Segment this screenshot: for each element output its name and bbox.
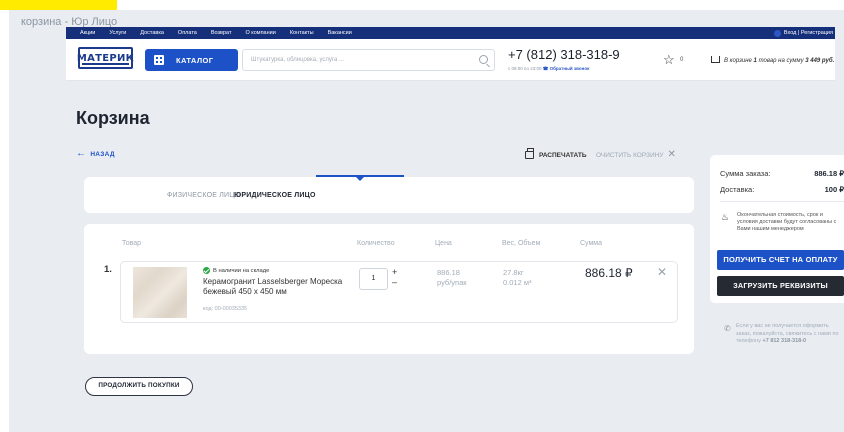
- phone-hours: с 08:00 по 23:00: [508, 66, 542, 71]
- bell-icon: ♨: [721, 212, 730, 222]
- callback-label: Обратный звонок: [549, 66, 590, 71]
- row-sum: 886.18 ₽: [585, 266, 633, 280]
- clear-cart-button[interactable]: ОЧИСТИТЬ КОРЗИНУ ✕: [596, 149, 676, 160]
- printer-icon: [525, 148, 534, 159]
- arrow-left-icon: ←: [76, 148, 87, 159]
- nav-link-contacts[interactable]: Контакты: [290, 27, 314, 39]
- tab-legal-entity[interactable]: ЮРИДИЧЕСКОЕ ЛИЦО: [234, 192, 316, 199]
- nav-link-delivery[interactable]: Доставка: [140, 27, 164, 39]
- delivery-label: Доставка:: [720, 185, 755, 194]
- order-sum-row: Сумма заказа: 886.18 ₽: [720, 169, 844, 178]
- order-summary-panel: Сумма заказа: 886.18 ₽ Доставка: 100 ₽ ♨…: [710, 155, 844, 303]
- login-register-link[interactable]: Вход | Регистрация: [773, 27, 833, 39]
- login-label: Вход | Регистрация: [783, 30, 833, 36]
- delivery-value: 100 ₽: [824, 185, 844, 194]
- table-row: В наличии на складе Керамогранит Lassels…: [120, 261, 678, 323]
- cart-table: Товар Количество Цена Вес, Объем Сумма 1…: [84, 224, 694, 354]
- favorites-count: 0: [680, 57, 684, 63]
- quantity-increase-button[interactable]: +: [392, 267, 397, 277]
- back-label: НАЗАД: [90, 150, 115, 158]
- page-title: Корзина: [76, 108, 150, 128]
- cart-total: 3 449 руб.: [805, 58, 835, 64]
- order-sum-label: Сумма заказа:: [720, 169, 771, 178]
- row-number: 1.: [104, 264, 112, 275]
- print-button[interactable]: РАСПЕЧАТАТЬ: [525, 148, 587, 159]
- cart-icon: [711, 56, 720, 63]
- nav-link-vacancies[interactable]: Вакансии: [328, 27, 352, 39]
- weight-value: 27.8кг: [503, 268, 524, 277]
- column-header-product: Товар: [122, 240, 142, 247]
- phone-icon: ✆: [724, 324, 731, 333]
- user-icon: [773, 29, 781, 37]
- product-image[interactable]: [133, 267, 187, 318]
- delivery-note: Окончательная стоимость, срок и условия …: [737, 212, 837, 232]
- header-cart-summary[interactable]: В корзине 1 товар на сумму 3 449 руб.: [711, 56, 834, 64]
- nav-link-promotions[interactable]: Акции: [80, 27, 95, 39]
- cart-text-prefix: В корзине: [724, 58, 752, 64]
- tab-individual[interactable]: ФИЗИЧЕСКОЕ ЛИЦО: [167, 192, 240, 199]
- nav-link-services[interactable]: Услуги: [109, 27, 126, 39]
- site-header: МАТЕРИК КАТАЛОГ Штукатурка, облицовка, у…: [66, 39, 835, 81]
- help-text: Если у вас не получается оформить заказ,…: [736, 323, 844, 346]
- get-invoice-button[interactable]: ПОЛУЧИТЬ СЧЕТ НА ОПЛАТУ: [717, 250, 844, 270]
- customer-type-tabs: ФИЗИЧЕСКОЕ ЛИЦО ЮРИДИЧЕСКОЕ ЛИЦО: [84, 175, 694, 213]
- active-tab-indicator: [316, 175, 404, 181]
- catalog-button[interactable]: КАТАЛОГ: [145, 49, 238, 71]
- delivery-row: Доставка: 100 ₽: [720, 185, 844, 194]
- help-phone[interactable]: +7 812 318-318-0: [763, 338, 807, 344]
- column-header-sum: Сумма: [580, 240, 602, 247]
- product-code: код: 00-00035335: [203, 306, 248, 312]
- stock-status: В наличии на складе: [203, 267, 269, 274]
- catalog-grid-icon: [154, 55, 164, 65]
- unit-price: 886.18 руб/упак: [437, 268, 467, 288]
- callback-link[interactable]: ☎ Обратный звонок: [543, 66, 590, 71]
- phone-hours-callback: с 08:00 по 23:00 ☎ Обратный звонок: [508, 66, 589, 72]
- search-icon[interactable]: [479, 55, 488, 64]
- top-navigation-bar: Акции Услуги Доставка Оплата Возврат О к…: [66, 27, 835, 39]
- product-name[interactable]: Керамогранит Lasselsberger Мореска бежев…: [203, 277, 348, 297]
- upload-details-button[interactable]: ЗАГРУЗИТЬ РЕКВИЗИТЫ: [717, 276, 844, 296]
- nav-link-returns[interactable]: Возврат: [211, 27, 232, 39]
- cart-items-count: 1: [753, 58, 757, 64]
- header-phone[interactable]: +7 (812) 318-318-9: [508, 47, 620, 62]
- catalog-label: КАТАЛОГ: [176, 55, 214, 65]
- clear-label: ОЧИСТИТЬ КОРЗИНУ: [596, 151, 664, 159]
- continue-shopping-button[interactable]: ПРОДОЛЖИТЬ ПОКУПКИ: [85, 377, 193, 396]
- highlight-band: [0, 0, 117, 10]
- column-header-price: Цена: [435, 240, 452, 247]
- materik-logo[interactable]: МАТЕРИК: [77, 47, 134, 69]
- quantity-input[interactable]: 1: [359, 268, 388, 290]
- top-nav-links: Акции Услуги Доставка Оплата Возврат О к…: [80, 27, 366, 39]
- weight-volume: 27.8кг 0.012 м³: [503, 268, 532, 288]
- search-input[interactable]: Штукатурка, облицовка, услуга ...: [242, 49, 495, 71]
- search-placeholder: Штукатурка, облицовка, услуга ...: [251, 57, 344, 63]
- remove-item-close-icon[interactable]: ✕: [657, 265, 667, 279]
- price-unit: руб/упак: [437, 278, 467, 287]
- favorites-star-icon[interactable]: ☆: [663, 53, 675, 66]
- back-link[interactable]: ← НАЗАД: [76, 148, 115, 159]
- price-value: 886.18: [437, 268, 460, 277]
- nav-link-payment[interactable]: Оплата: [178, 27, 197, 39]
- nav-link-about[interactable]: О компании: [245, 27, 275, 39]
- column-header-quantity: Количество: [357, 240, 395, 247]
- volume-value: 0.012 м³: [503, 278, 532, 287]
- print-label: РАСПЕЧАТАТЬ: [539, 151, 587, 159]
- close-icon: ✕: [667, 149, 676, 160]
- cart-text-mid: товар на сумму: [758, 58, 804, 64]
- check-circle-icon: [203, 267, 210, 274]
- summary-divider: [720, 201, 844, 202]
- order-sum-value: 886.18 ₽: [814, 169, 844, 178]
- quantity-decrease-button[interactable]: –: [392, 277, 397, 287]
- column-header-weight: Вес, Объем: [502, 240, 541, 247]
- stock-label: В наличии на складе: [213, 267, 270, 274]
